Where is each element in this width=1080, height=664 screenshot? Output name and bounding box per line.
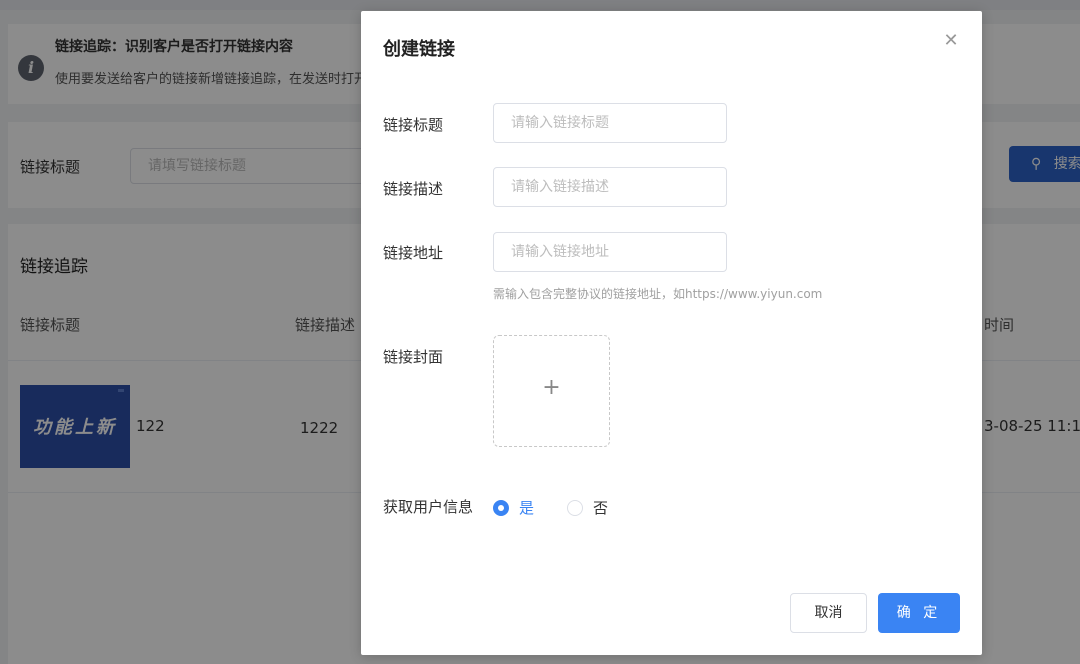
field-label-url: 链接地址 [383, 244, 444, 262]
field-label-description: 链接描述 [383, 180, 444, 198]
radio-yes-label: 是 [519, 499, 535, 517]
field-label-title: 链接标题 [383, 116, 444, 134]
field-label-get-user-info: 获取用户信息 [383, 498, 474, 516]
create-link-dialog: 创建链接 ✕ 链接标题 链接描述 链接地址 需输入包含完整协议的链接地址，如ht… [361, 11, 982, 655]
radio-unchecked-icon [567, 500, 583, 516]
confirm-button[interactable]: 确 定 [878, 593, 960, 633]
link-description-input[interactable] [493, 167, 727, 207]
url-hint: 需输入包含完整协议的链接地址，如https://www.yiyun.com [493, 287, 823, 301]
radio-checked-icon [493, 500, 509, 516]
cancel-button[interactable]: 取消 [790, 593, 867, 633]
close-icon[interactable]: ✕ [941, 31, 961, 51]
cover-upload[interactable]: + [493, 335, 610, 447]
radio-no-label: 否 [593, 499, 609, 517]
link-title-input[interactable] [493, 103, 727, 143]
field-label-cover: 链接封面 [383, 348, 444, 366]
link-url-input[interactable] [493, 232, 727, 272]
plus-icon: + [542, 375, 561, 400]
dialog-title: 创建链接 [383, 39, 455, 60]
